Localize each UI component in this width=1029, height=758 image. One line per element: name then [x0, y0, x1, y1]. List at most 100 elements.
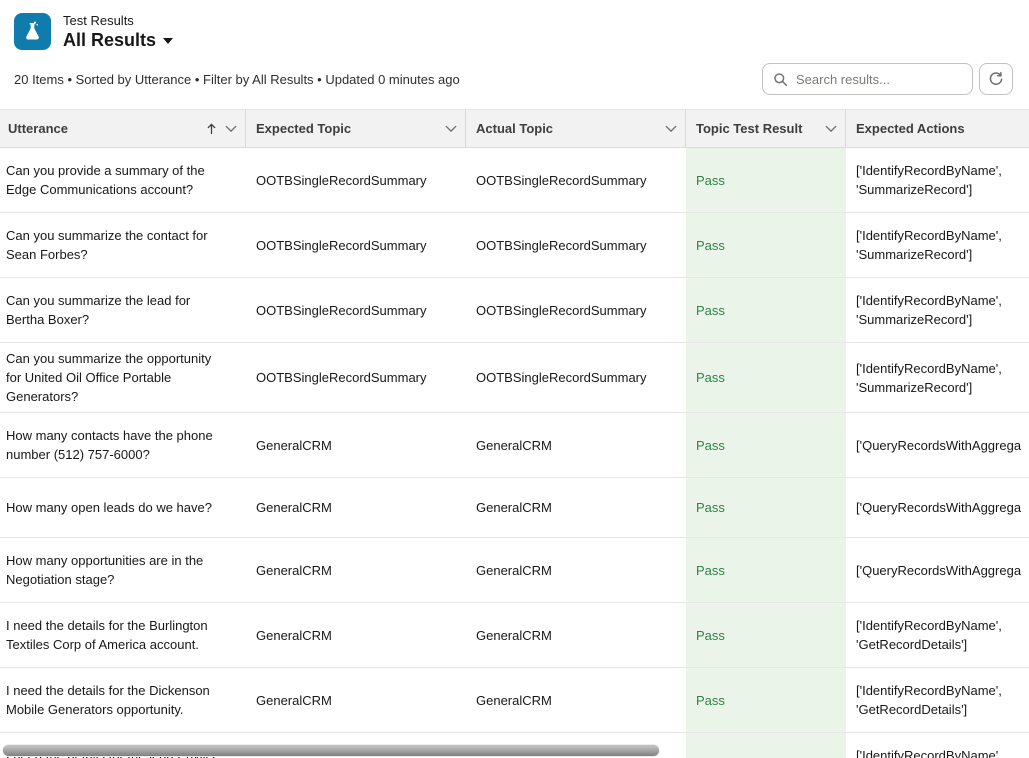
result-badge: Pass	[696, 171, 725, 190]
chevron-down-icon[interactable]	[445, 125, 457, 133]
utterance-text: Can you summarize the opportunity for Un…	[6, 349, 228, 406]
topic-test-result-cell: Pass	[686, 343, 846, 412]
table-row[interactable]: Can you summarize the opportunity for Un…	[0, 343, 1029, 413]
expected-topic-cell: OOTBSingleRecordSummary	[246, 213, 466, 277]
expected-topic-cell: GeneralCRM	[246, 538, 466, 602]
chevron-down-icon	[163, 38, 173, 44]
utterance-cell: I need the details for the Burlington Te…	[0, 603, 246, 667]
arrow-up-icon	[206, 122, 217, 135]
topic-test-result-cell	[686, 733, 846, 758]
utterance-text: I need the details for the Burlington Te…	[6, 616, 228, 654]
search-icon	[773, 72, 788, 87]
expected-topic-cell: GeneralCRM	[246, 668, 466, 732]
utterance-text: Can you summarize the lead for Bertha Bo…	[6, 291, 228, 329]
result-badge: Pass	[696, 436, 725, 455]
column-header-expected-actions[interactable]: Expected Actions	[846, 110, 1029, 147]
topic-test-result-cell: Pass	[686, 278, 846, 342]
result-badge: Pass	[696, 368, 725, 387]
topic-test-result-cell: Pass	[686, 148, 846, 212]
expected-topic-cell: OOTBSingleRecordSummary	[246, 343, 466, 412]
topic-test-result-cell: Pass	[686, 413, 846, 477]
actual-topic-cell: GeneralCRM	[466, 413, 686, 477]
chevron-down-icon[interactable]	[665, 125, 677, 133]
table-body: Can you provide a summary of the Edge Co…	[0, 148, 1029, 758]
expected-actions-cell: ['QueryRecordsWithAggrega	[846, 478, 1029, 537]
test-results-page: Test Results All Results 20 Items • Sort…	[0, 0, 1029, 758]
chevron-down-icon[interactable]	[225, 125, 237, 133]
utterance-cell: Can you summarize the lead for Bertha Bo…	[0, 278, 246, 342]
list-view-selector[interactable]: All Results	[63, 29, 173, 51]
actual-topic-cell: GeneralCRM	[466, 538, 686, 602]
expected-actions-cell: ['IdentifyRecordByName','GetRecordDetail…	[846, 603, 1029, 667]
title-block: Test Results All Results	[63, 12, 173, 51]
expected-topic-cell: GeneralCRM	[246, 413, 466, 477]
utterance-cell: How many open leads do we have?	[0, 478, 246, 537]
object-label: Test Results	[63, 12, 173, 29]
expected-actions-cell: ['IdentifyRecordByName','SummarizeRecord…	[846, 213, 1029, 277]
utterance-text: How many contacts have the phone number …	[6, 426, 228, 464]
column-header-expected-topic[interactable]: Expected Topic	[246, 110, 466, 147]
result-badge: Pass	[696, 236, 725, 255]
actual-topic-cell: OOTBSingleRecordSummary	[466, 278, 686, 342]
utterance-text: How many opportunities are in the Negoti…	[6, 551, 228, 589]
expected-topic-cell: GeneralCRM	[246, 603, 466, 667]
expected-actions-cell: ['IdentifyRecordByName','SummarizeRecord…	[846, 148, 1029, 212]
result-badge: Pass	[696, 626, 725, 645]
actual-topic-cell: OOTBSingleRecordSummary	[466, 343, 686, 412]
utterance-cell: Can you summarize the contact for Sean F…	[0, 213, 246, 277]
table-row[interactable]: Can you provide a summary of the Edge Co…	[0, 148, 1029, 213]
refresh-icon	[988, 71, 1004, 87]
utterance-cell: I need the details for the Dickenson Mob…	[0, 668, 246, 732]
page-header: Test Results All Results	[0, 0, 1029, 51]
utterance-text: I need the details for the Dickenson Mob…	[6, 681, 228, 719]
expected-actions-cell: ['QueryRecordsWithAggrega	[846, 413, 1029, 477]
table-row[interactable]: How many opportunities are in the Negoti…	[0, 538, 1029, 603]
list-summary: 20 Items • Sorted by Utterance • Filter …	[14, 72, 460, 87]
horizontal-scrollbar[interactable]	[2, 744, 660, 757]
flask-icon	[14, 13, 51, 50]
expected-topic-cell: GeneralCRM	[246, 478, 466, 537]
actual-topic-cell: OOTBSingleRecordSummary	[466, 148, 686, 212]
utterance-text: Can you summarize the contact for Sean F…	[6, 226, 228, 264]
topic-test-result-cell: Pass	[686, 603, 846, 667]
utterance-text: Can you provide a summary of the Edge Co…	[6, 161, 228, 199]
toolbar-actions	[762, 63, 1013, 95]
expected-actions-cell: ['IdentifyRecordByName','GetRecordDetail…	[846, 668, 1029, 732]
expected-topic-cell: OOTBSingleRecordSummary	[246, 278, 466, 342]
expected-actions-cell: ['IdentifyRecordByName','SummarizeRecord…	[846, 343, 1029, 412]
topic-test-result-cell: Pass	[686, 213, 846, 277]
table-row[interactable]: How many open leads do we have? GeneralCR…	[0, 478, 1029, 538]
result-badge: Pass	[696, 561, 725, 580]
actual-topic-cell: GeneralCRM	[466, 668, 686, 732]
actual-topic-cell: GeneralCRM	[466, 603, 686, 667]
result-badge: Pass	[696, 498, 725, 517]
table-row[interactable]: I need the details for the Burlington Te…	[0, 603, 1029, 668]
search-box[interactable]	[762, 63, 973, 95]
table-row[interactable]: I need the details for the Dickenson Mob…	[0, 668, 1029, 733]
table-row[interactable]: Can you summarize the lead for Bertha Bo…	[0, 278, 1029, 343]
result-badge: Pass	[696, 691, 725, 710]
table-row[interactable]: Can you summarize the contact for Sean F…	[0, 213, 1029, 278]
search-input[interactable]	[796, 72, 962, 87]
utterance-cell: How many opportunities are in the Negoti…	[0, 538, 246, 602]
topic-test-result-cell: Pass	[686, 538, 846, 602]
actual-topic-cell: OOTBSingleRecordSummary	[466, 213, 686, 277]
column-header-actual-topic[interactable]: Actual Topic	[466, 110, 686, 147]
list-toolbar: 20 Items • Sorted by Utterance • Filter …	[0, 61, 1029, 97]
column-header-topic-test-result[interactable]: Topic Test Result	[686, 110, 846, 147]
list-view-label: All Results	[63, 29, 156, 51]
chevron-down-icon[interactable]	[825, 125, 837, 133]
actual-topic-cell: GeneralCRM	[466, 478, 686, 537]
expected-topic-cell: OOTBSingleRecordSummary	[246, 148, 466, 212]
expected-actions-cell: ['IdentifyRecordByName','SummarizeRecord…	[846, 278, 1029, 342]
results-table: Utterance Expected Topic Actual Topic	[0, 109, 1029, 758]
utterance-cell: Can you provide a summary of the Edge Co…	[0, 148, 246, 212]
column-header-utterance[interactable]: Utterance	[0, 110, 246, 147]
utterance-text: How many open leads do we have?	[6, 498, 212, 517]
refresh-button[interactable]	[979, 63, 1013, 95]
table-header-row: Utterance Expected Topic Actual Topic	[0, 109, 1029, 148]
expected-actions-cell: ['IdentifyRecordByName',	[846, 733, 1029, 758]
table-row[interactable]: How many contacts have the phone number …	[0, 413, 1029, 478]
utterance-cell: How many contacts have the phone number …	[0, 413, 246, 477]
utterance-cell: Can you summarize the opportunity for Un…	[0, 343, 246, 412]
